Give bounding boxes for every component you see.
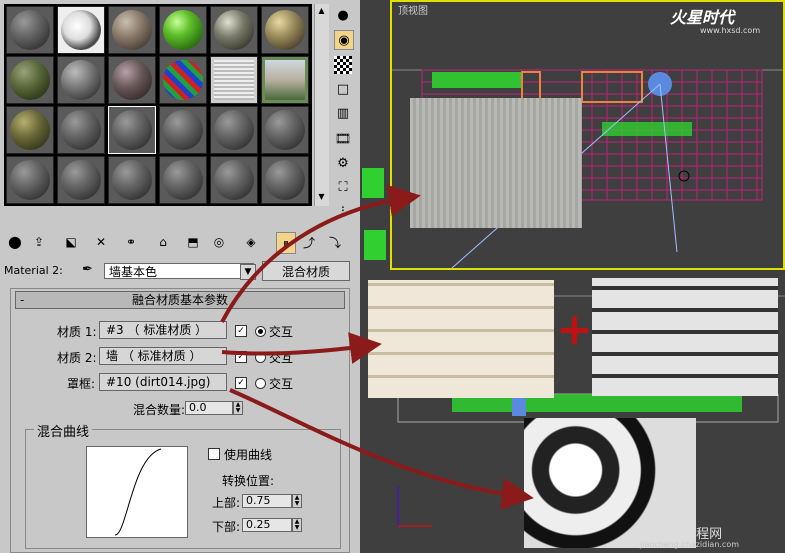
annotation-arrows [220, 184, 534, 510]
site-logo: 火星时代 [670, 8, 735, 27]
plus-sign: + [556, 304, 593, 355]
watermark-sub: jiaocheng.chazidian.com [640, 540, 740, 549]
site-logo-url: www.hxsd.com [700, 26, 761, 35]
